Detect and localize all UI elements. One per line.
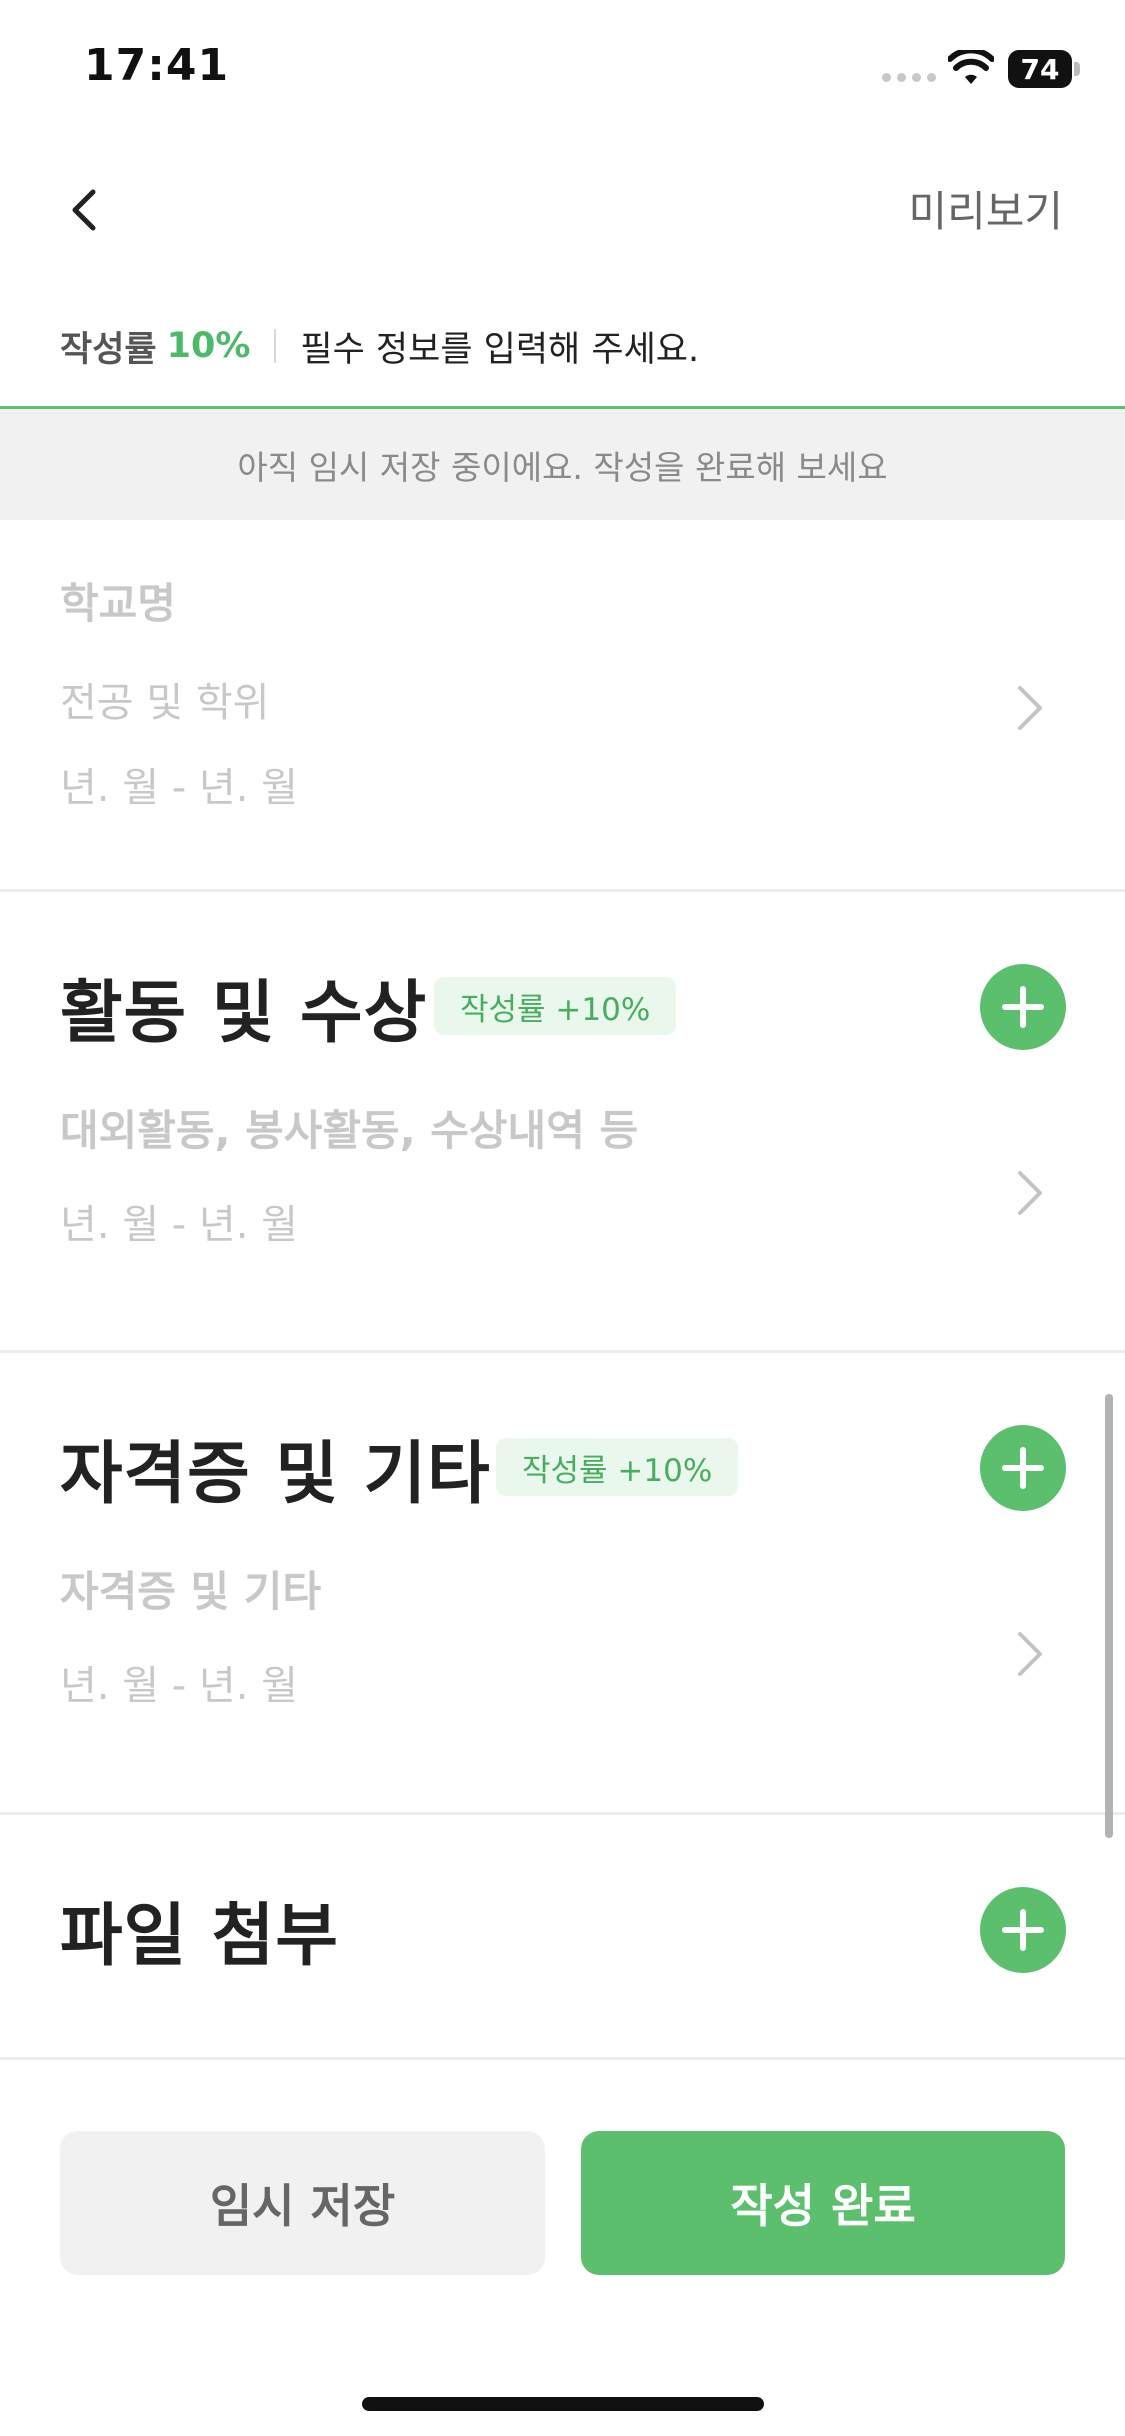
certificates-title: 자격증 및 기타 <box>60 1435 491 1514</box>
attachments-title: 파일 첨부 <box>60 1897 339 1976</box>
progress-divider <box>274 329 277 363</box>
certificate-placeholder: 자격증 및 기타 <box>60 1567 322 1616</box>
attachments-section: 파일 첨부 <box>0 1815 1125 2055</box>
progress-value: 10% <box>166 326 251 366</box>
status-time: 17:41 <box>84 40 230 91</box>
certificates-section: 자격증 및 기타 작성률 +10% 자격증 및 기타 년. 월 - 년. 월 <box>0 1353 1125 1813</box>
battery-icon: 74 <box>1008 50 1080 88</box>
status-bar: 17:41 74 <box>0 0 1125 140</box>
certificate-entry[interactable]: 자격증 및 기타 년. 월 - 년. 월 <box>0 1543 1125 1783</box>
complete-button[interactable]: 작성 완료 <box>581 2131 1065 2275</box>
scrollbar[interactable] <box>1105 1394 1113 1838</box>
back-button[interactable] <box>54 180 114 240</box>
back-chevron-icon <box>72 189 96 231</box>
chevron-right-icon <box>1018 686 1042 730</box>
add-activity-button[interactable] <box>980 964 1066 1050</box>
bottom-divider <box>0 2057 1125 2060</box>
save-draft-button[interactable]: 임시 저장 <box>60 2131 545 2275</box>
progress-row: 작성률 10% 필수 정보를 입력해 주세요. <box>60 318 699 374</box>
wifi-icon <box>948 50 994 84</box>
home-indicator[interactable] <box>362 2397 764 2411</box>
add-attachment-button[interactable] <box>980 1887 1066 1973</box>
period-placeholder: 년. 월 - 년. 월 <box>60 765 298 811</box>
preview-button[interactable]: 미리보기 <box>908 178 1063 239</box>
activities-progress-badge: 작성률 +10% <box>434 977 677 1035</box>
cellular-signal-icon <box>882 73 936 82</box>
plus-icon <box>1002 986 1044 1028</box>
draft-banner: 아직 임시 저장 중이에요. 작성을 완료해 보세요 <box>0 409 1125 520</box>
period-placeholder: 년. 월 - 년. 월 <box>60 1663 298 1709</box>
add-certificate-button[interactable] <box>980 1425 1066 1511</box>
activity-entry[interactable]: 대외활동, 봉사활동, 수상내역 등 년. 월 - 년. 월 <box>0 1082 1125 1322</box>
activity-placeholder: 대외활동, 봉사활동, 수상내역 등 <box>60 1106 639 1155</box>
resume-editor-screen: 17:41 74 미리보기 작성률 10% 필수 정보를 입력해 주세요. 아직… <box>0 0 1125 2436</box>
activities-title: 활동 및 수상 <box>60 974 428 1053</box>
school-name-placeholder: 학교명 <box>60 579 176 628</box>
major-degree-placeholder: 전공 및 학위 <box>60 680 270 726</box>
education-entry[interactable]: 학교명 전공 및 학위 년. 월 - 년. 월 <box>0 520 1125 890</box>
plus-icon <box>1002 1909 1044 1951</box>
battery-level: 74 <box>1020 53 1060 86</box>
progress-label: 작성률 <box>60 329 157 370</box>
nav-bar: 미리보기 <box>0 160 1125 260</box>
plus-icon <box>1002 1447 1044 1489</box>
period-placeholder: 년. 월 - 년. 월 <box>60 1202 298 1248</box>
activities-section: 활동 및 수상 작성률 +10% 대외활동, 봉사활동, 수상내역 등 년. 월… <box>0 892 1125 1352</box>
chevron-right-icon <box>1018 1632 1042 1676</box>
progress-hint: 필수 정보를 입력해 주세요. <box>300 329 700 370</box>
chevron-right-icon <box>1018 1171 1042 1215</box>
certificates-progress-badge: 작성률 +10% <box>496 1438 739 1496</box>
